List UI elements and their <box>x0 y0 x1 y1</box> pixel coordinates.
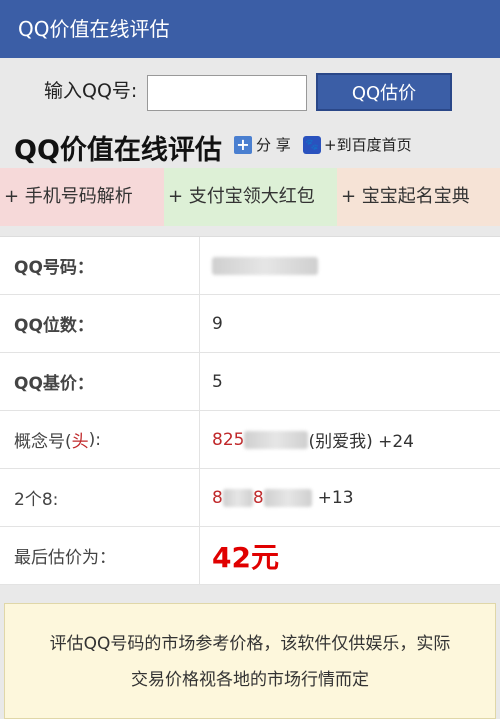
share-label: 分 享 <box>256 136 291 154</box>
row-label: QQ号码： <box>0 237 200 294</box>
title-row: QQ价值在线评估 + 分 享 🐾 +到百度首页 <box>0 122 500 168</box>
page-title: QQ价值在线评估 <box>14 135 222 166</box>
row-label: 2个8: <box>0 469 200 526</box>
alipay-red-packet-link[interactable]: + 支付宝领大红包 <box>164 168 337 226</box>
baby-naming-link[interactable]: + 宝宝起名宝典 <box>337 168 500 226</box>
promo-links: + 手机号码解析 + 支付宝领大红包 + 宝宝起名宝典 <box>0 168 500 226</box>
qq-digits-value: 9 <box>212 313 223 334</box>
table-row: QQ号码： <box>0 237 500 295</box>
disclaimer-notice: 评估QQ号码的市场参考价格，该软件仅供娱乐，实际 交易价格视各地的市场行情而定 <box>4 603 496 719</box>
final-price-value: 42元 <box>200 536 279 576</box>
double-eight-value: 8 8 +13 <box>200 488 354 508</box>
search-row: 输入QQ号: QQ估价 <box>0 58 500 122</box>
notice-line: 交易价格视各地的市场行情而定 <box>131 670 369 690</box>
baidu-label: +到百度首页 <box>324 136 412 154</box>
qq-appraise-button[interactable]: QQ估价 <box>316 73 452 111</box>
label-prefix: 概念号( <box>14 432 72 452</box>
baidu-paw-icon: 🐾 <box>303 135 321 154</box>
redacted-value <box>263 488 312 507</box>
search-label: 输入QQ号: <box>44 80 138 102</box>
add-to-baidu-link[interactable]: 🐾 +到百度首页 <box>303 134 412 155</box>
redacted-value <box>212 256 318 275</box>
table-row: QQ基价： 5 <box>0 353 500 411</box>
redacted-value <box>244 430 309 449</box>
value-highlight: 8 <box>252 487 264 508</box>
qq-number-value <box>200 256 318 275</box>
redacted-value <box>222 488 253 507</box>
concept-number-value: 825 (别爱我) +24 <box>200 427 414 453</box>
row-label: QQ位数： <box>0 295 200 352</box>
final-price: 42元 <box>212 540 279 574</box>
value-highlight: 8 <box>212 487 223 508</box>
table-row: 2个8: 8 8 +13 <box>0 469 500 527</box>
qq-number-input[interactable] <box>147 75 307 111</box>
notice-line: 评估QQ号码的市场参考价格，该软件仅供娱乐，实际 <box>49 634 451 654</box>
value-highlight: 825 <box>212 429 245 450</box>
table-row: 最后估价为： 42元 <box>0 527 500 585</box>
qq-base-price-value: 5 <box>212 371 223 392</box>
header-title: QQ价值在线评估 <box>18 17 170 41</box>
share-button[interactable]: + 分 享 <box>234 134 291 155</box>
app-header: QQ价值在线评估 <box>0 0 500 58</box>
row-label: 最后估价为： <box>0 527 200 584</box>
table-row: QQ位数： 9 <box>0 295 500 353</box>
result-table: QQ号码： QQ位数： 9 QQ基价： 5 概念号(头): 825 (别爱我) … <box>0 236 500 585</box>
phone-number-lookup-link[interactable]: + 手机号码解析 <box>0 168 164 226</box>
plus-icon: + <box>234 135 252 154</box>
row-label: 概念号(头): <box>0 411 200 468</box>
label-suffix: ): <box>88 429 102 450</box>
table-row: 概念号(头): 825 (别爱我) +24 <box>0 411 500 469</box>
label-highlight: 头 <box>71 432 89 452</box>
value-tail: (别爱我) +24 <box>308 432 414 452</box>
value-tail: +13 <box>317 487 354 508</box>
row-label: QQ基价： <box>0 353 200 410</box>
